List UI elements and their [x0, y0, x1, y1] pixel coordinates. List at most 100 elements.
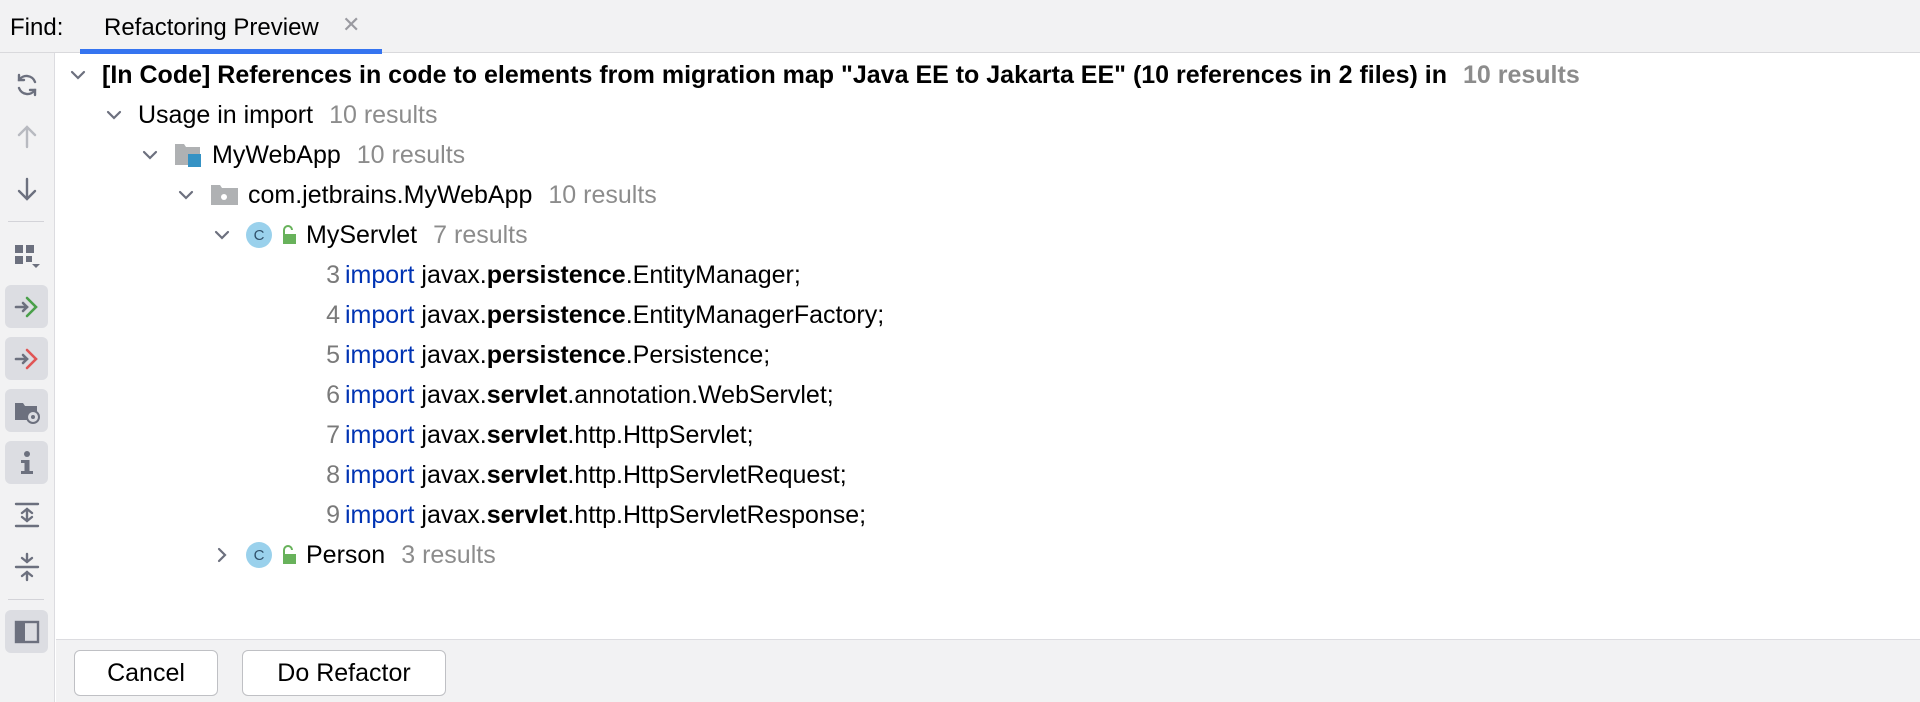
- import-keyword: import: [345, 300, 415, 329]
- folder-settings-icon: [14, 402, 40, 424]
- matched-fragment: persistence: [486, 340, 626, 369]
- chevron-right-icon[interactable]: [210, 543, 234, 567]
- toolbar-separator: [8, 221, 44, 222]
- tree-node-usage-in-import[interactable]: Usage in import 10 results: [102, 95, 437, 135]
- import-rest: .http.HttpServletResponse;: [567, 500, 867, 529]
- info-icon: [20, 450, 33, 474]
- result-count: 10 results: [329, 100, 438, 129]
- preview-panel-icon: [14, 620, 39, 643]
- usage-line[interactable]: 6 import javax. servlet .annotation.WebSer…: [320, 375, 834, 415]
- toolbar-separator: [8, 599, 44, 600]
- cancel-button[interactable]: Cancel: [74, 650, 218, 696]
- import-rest: .EntityManager;: [625, 260, 801, 289]
- line-number: 4: [326, 300, 340, 329]
- tree-node-module[interactable]: MyWebApp 10 results: [138, 135, 465, 175]
- close-icon[interactable]: ✕: [342, 14, 360, 36]
- exclude-icon: [14, 348, 38, 369]
- result-count: 3 results: [401, 540, 496, 569]
- usage-tree: [In Code] References in code to elements…: [56, 53, 1920, 639]
- chevron-down-icon[interactable]: [210, 223, 234, 247]
- usage-line[interactable]: 9 import javax. servlet .http.HttpServletR…: [320, 495, 866, 535]
- import-keyword: import: [345, 420, 415, 449]
- class-label: MyServlet: [306, 220, 418, 249]
- package-prefix: javax.: [421, 340, 487, 369]
- group-by-button[interactable]: [5, 233, 48, 276]
- group-by-icon: [14, 244, 40, 268]
- preview-panel-button[interactable]: [5, 610, 48, 653]
- refresh-button[interactable]: [5, 63, 48, 106]
- arrow-up-icon: [17, 124, 36, 148]
- tab-refactoring-preview[interactable]: Refactoring Preview ✕: [80, 0, 382, 54]
- import-keyword: import: [345, 500, 415, 529]
- next-occurrence-button[interactable]: [5, 167, 48, 210]
- result-count: 10 results: [356, 140, 466, 169]
- previous-occurrence-button[interactable]: [5, 115, 48, 158]
- class-icon: C: [246, 542, 272, 568]
- package-folder-icon: [210, 182, 240, 208]
- do-refactor-button[interactable]: Do Refactor: [242, 650, 446, 696]
- line-number: 6: [326, 380, 340, 409]
- matched-fragment: servlet: [486, 500, 568, 529]
- line-number: 3: [326, 260, 340, 289]
- collapse-all-button[interactable]: [5, 545, 48, 588]
- module-label: MyWebApp: [212, 140, 341, 169]
- usage-line[interactable]: 7 import javax. servlet .http.HttpServlet;: [320, 415, 754, 455]
- result-count: 7 results: [433, 220, 528, 249]
- matched-fragment: persistence: [486, 300, 626, 329]
- usage-label: Usage in import: [138, 100, 314, 129]
- chevron-down-icon[interactable]: [174, 183, 198, 207]
- refresh-icon: [17, 73, 36, 96]
- package-prefix: javax.: [421, 420, 487, 449]
- exclude-button[interactable]: [5, 337, 48, 380]
- matched-fragment: servlet: [486, 460, 568, 489]
- left-toolbar: [0, 53, 55, 702]
- class-label: Person: [306, 540, 386, 569]
- folder-settings-button[interactable]: [5, 389, 48, 432]
- root-label: [In Code] References in code to elements…: [102, 60, 1447, 89]
- include-icon: [14, 296, 38, 317]
- matched-fragment: servlet: [486, 420, 568, 449]
- chevron-down-icon[interactable]: [138, 143, 162, 167]
- import-rest: .http.HttpServletRequest;: [567, 460, 847, 489]
- package-prefix: javax.: [421, 460, 487, 489]
- lock-icon: [280, 545, 298, 565]
- tree-node-package[interactable]: com.jetbrains.MyWebApp 10 results: [174, 175, 657, 215]
- package-prefix: javax.: [421, 380, 487, 409]
- import-rest: .http.HttpServlet;: [567, 420, 754, 449]
- arrow-down-icon: [17, 177, 36, 201]
- import-rest: .EntityManagerFactory;: [625, 300, 885, 329]
- tree-node-class-myservlet[interactable]: C MyServlet 7 results: [210, 215, 528, 255]
- info-button[interactable]: [5, 441, 48, 484]
- line-number: 9: [326, 500, 340, 529]
- import-rest: .annotation.WebServlet;: [567, 380, 834, 409]
- tab-label: Refactoring Preview: [104, 14, 319, 41]
- include-button[interactable]: [5, 285, 48, 328]
- lock-icon: [280, 225, 298, 245]
- line-number: 8: [326, 460, 340, 489]
- package-prefix: javax.: [421, 300, 487, 329]
- tab-bar: Find: Refactoring Preview ✕: [0, 0, 1920, 54]
- bottom-action-bar: Cancel Do Refactor: [56, 639, 1920, 702]
- expand-all-button[interactable]: [5, 493, 48, 536]
- chevron-down-icon[interactable]: [66, 63, 90, 87]
- tree-node-class-person[interactable]: C Person 3 results: [210, 535, 496, 575]
- usage-line[interactable]: 8 import javax. servlet .http.HttpServletR…: [320, 455, 847, 495]
- expand-all-icon: [14, 502, 39, 527]
- usage-line[interactable]: 3 import javax. persistence .EntityManager…: [320, 255, 801, 295]
- find-label: Find:: [10, 14, 64, 41]
- usage-line[interactable]: 5 import javax. persistence .Persistence;: [320, 335, 770, 375]
- import-keyword: import: [345, 260, 415, 289]
- matched-fragment: servlet: [486, 380, 568, 409]
- result-count: 10 results: [1462, 60, 1580, 89]
- package-prefix: javax.: [421, 500, 487, 529]
- import-rest: .Persistence;: [625, 340, 771, 369]
- package-label: com.jetbrains.MyWebApp: [248, 180, 533, 209]
- chevron-down-icon[interactable]: [102, 103, 126, 127]
- package-prefix: javax.: [421, 260, 487, 289]
- tree-node-root[interactable]: [In Code] References in code to elements…: [66, 55, 1580, 95]
- line-number: 7: [326, 420, 340, 449]
- import-keyword: import: [345, 460, 415, 489]
- import-keyword: import: [345, 340, 415, 369]
- usage-line[interactable]: 4 import javax. persistence .EntityManager…: [320, 295, 884, 335]
- collapse-all-icon: [14, 552, 39, 581]
